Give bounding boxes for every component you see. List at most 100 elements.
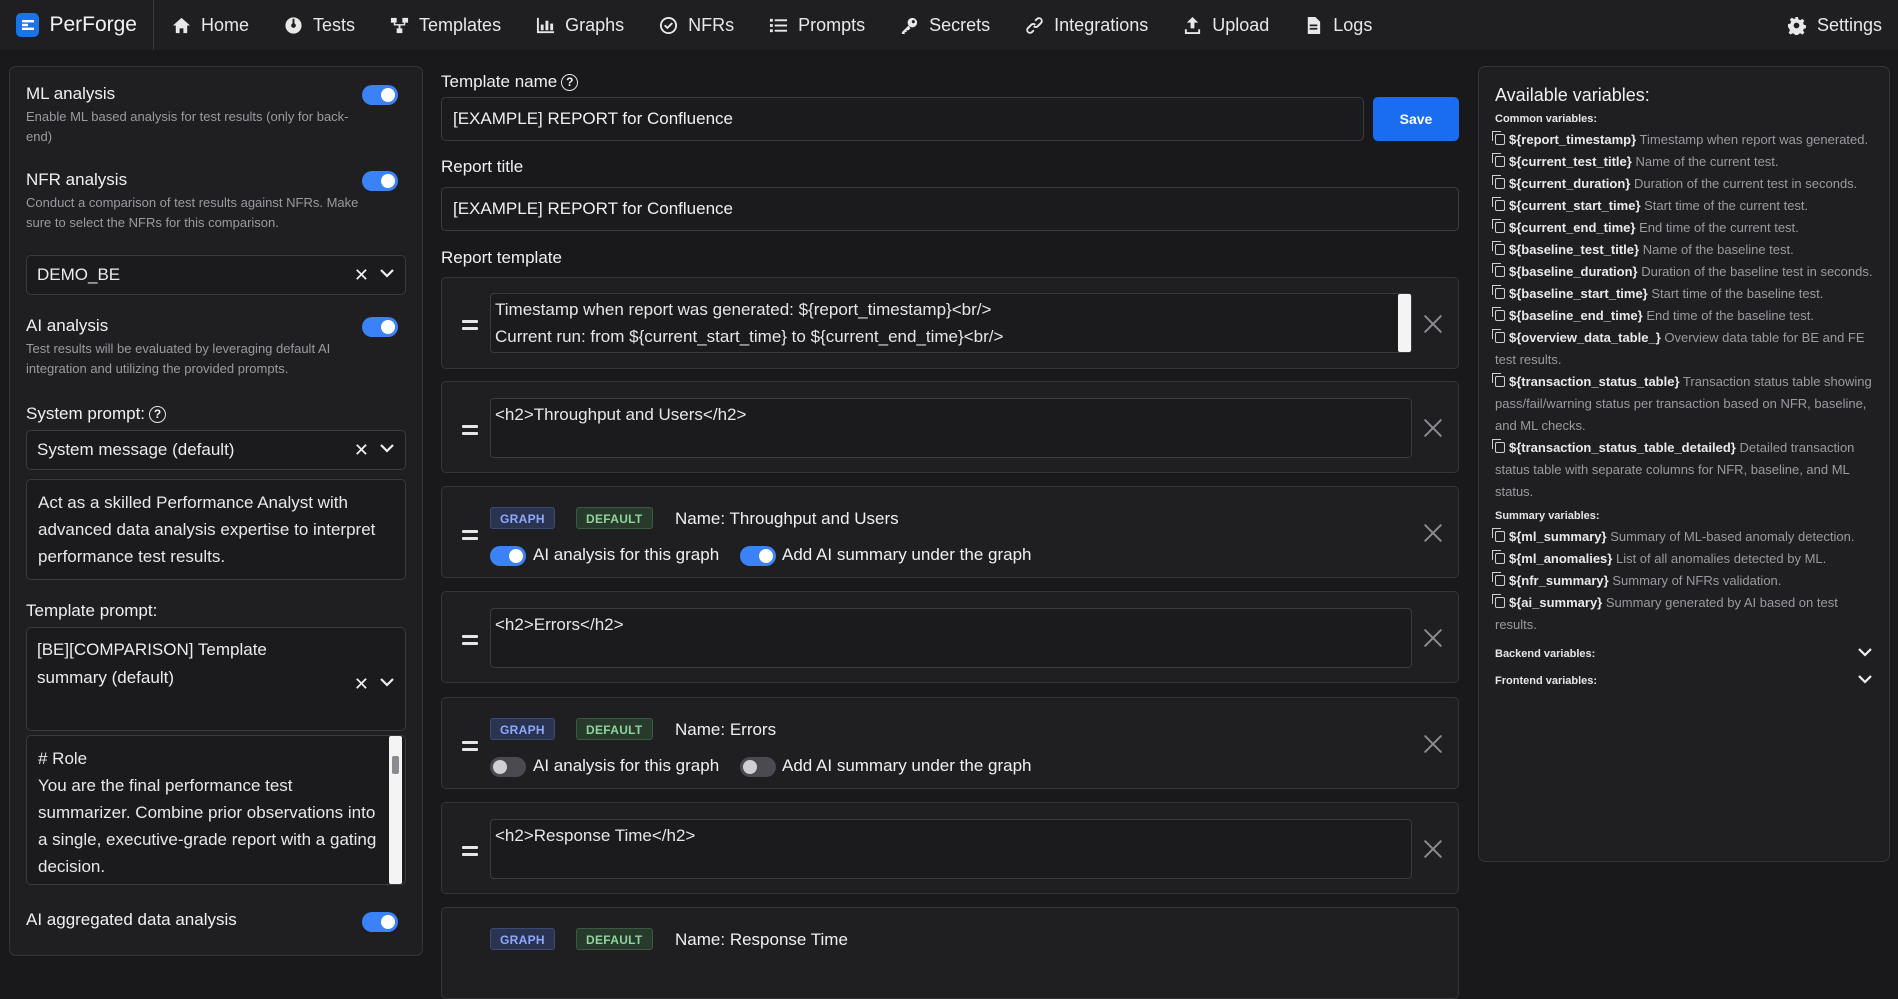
variable-name[interactable]: ${current_start_time} xyxy=(1509,198,1641,213)
copy-icon[interactable] xyxy=(1492,175,1505,189)
graph-ai-summary-toggle[interactable] xyxy=(740,757,776,777)
remove-block-icon[interactable] xyxy=(1422,626,1444,648)
graph-name: Name: Response Time xyxy=(675,930,848,950)
block-html-textarea[interactable]: <h2>Response Time</h2> xyxy=(490,819,1412,879)
variable-name[interactable]: ${current_duration} xyxy=(1509,176,1630,191)
system-prompt-text[interactable]: Act as a skilled Performance Analyst wit… xyxy=(26,479,406,580)
nfr-select[interactable]: DEMO_BE ✕ xyxy=(26,255,406,295)
remove-block-icon[interactable] xyxy=(1422,312,1444,334)
variable-name[interactable]: ${ml_summary} xyxy=(1509,529,1607,544)
nav-graphs[interactable]: Graphs xyxy=(518,0,641,50)
copy-icon[interactable] xyxy=(1492,373,1505,387)
nav-settings[interactable]: Settings xyxy=(1770,0,1898,50)
template-block-graph[interactable]: GRAPH DEFAULT Name: Errors AI analysis f… xyxy=(441,697,1459,789)
nfr-analysis-toggle[interactable] xyxy=(362,171,398,191)
copy-icon[interactable] xyxy=(1492,263,1505,277)
block-html-textarea[interactable]: <h2>Throughput and Users</h2> xyxy=(490,398,1412,458)
template-block-text[interactable]: Timestamp when report was generated: ${r… xyxy=(441,277,1459,369)
variable-name[interactable]: ${ai_summary} xyxy=(1509,595,1602,610)
copy-icon[interactable] xyxy=(1492,550,1505,564)
remove-block-icon[interactable] xyxy=(1422,521,1444,543)
chevron-down-icon[interactable] xyxy=(379,265,395,286)
template-name-label: Template name xyxy=(441,72,558,91)
graph-badge: GRAPH xyxy=(490,507,555,529)
variable-desc: Summary of NFRs validation. xyxy=(1612,573,1782,588)
clear-icon[interactable]: ✕ xyxy=(354,440,369,461)
variable-name[interactable]: ${transaction_status_table_detailed} xyxy=(1509,440,1736,455)
remove-block-icon[interactable] xyxy=(1422,732,1444,754)
variable-name[interactable]: ${baseline_duration} xyxy=(1509,264,1638,279)
help-icon[interactable]: ? xyxy=(149,406,167,424)
system-prompt-select[interactable]: System message (default) ✕ xyxy=(26,430,406,470)
nav-tests[interactable]: Tests xyxy=(266,0,372,50)
backend-variables-toggle[interactable]: Backend variables: xyxy=(1495,640,1873,667)
variable-item: ${baseline_end_time} End time of the bas… xyxy=(1492,305,1873,327)
nav-secrets[interactable]: Secrets xyxy=(882,0,1007,50)
ai-aggregated-toggle[interactable] xyxy=(362,912,398,932)
clear-icon[interactable]: ✕ xyxy=(354,674,369,695)
nav-upload[interactable]: Upload xyxy=(1165,0,1286,50)
help-icon[interactable]: ? xyxy=(561,74,579,92)
ai-analysis-toggle[interactable] xyxy=(362,317,398,337)
remove-block-icon[interactable] xyxy=(1422,416,1444,438)
nav-logs[interactable]: Logs xyxy=(1286,0,1389,50)
copy-icon[interactable] xyxy=(1492,153,1505,167)
nav-prompts[interactable]: Prompts xyxy=(751,0,882,50)
nav-nfrs[interactable]: NFRs xyxy=(641,0,751,50)
frontend-variables-toggle[interactable]: Frontend variables: xyxy=(1495,667,1873,694)
copy-icon[interactable] xyxy=(1492,439,1505,453)
scrollbar-thumb[interactable] xyxy=(392,756,399,774)
template-block-text[interactable]: <h2>Errors</h2> xyxy=(441,591,1459,683)
variable-item: ${baseline_duration} Duration of the bas… xyxy=(1492,261,1873,283)
save-button[interactable]: Save xyxy=(1373,97,1459,141)
template-prompt-select[interactable]: [BE][COMPARISON] Template summary (defau… xyxy=(26,627,406,731)
template-block-text[interactable]: <h2>Throughput and Users</h2> xyxy=(441,381,1459,473)
clear-icon[interactable]: ✕ xyxy=(354,265,369,286)
brand[interactable]: PerForge xyxy=(0,0,154,50)
variable-name[interactable]: ${baseline_end_time} xyxy=(1509,308,1643,323)
copy-icon[interactable] xyxy=(1492,285,1505,299)
block-html-textarea[interactable]: Timestamp when report was generated: ${r… xyxy=(490,293,1412,353)
copy-icon[interactable] xyxy=(1492,219,1505,233)
copy-icon[interactable] xyxy=(1492,528,1505,542)
template-name-input[interactable]: [EXAMPLE] REPORT for Confluence xyxy=(441,97,1364,141)
chevron-down-icon[interactable] xyxy=(379,674,395,695)
variable-name[interactable]: ${current_end_time} xyxy=(1509,220,1635,235)
variable-name[interactable]: ${report_timestamp} xyxy=(1509,132,1636,147)
variable-name[interactable]: ${overview_data_table_} xyxy=(1509,330,1661,345)
graph-ai-analysis-toggle[interactable] xyxy=(490,757,526,777)
nav-templates[interactable]: Templates xyxy=(372,0,518,50)
variable-name[interactable]: ${nfr_summary} xyxy=(1509,573,1609,588)
graph-ai-summary-toggle[interactable] xyxy=(740,546,776,566)
copy-icon[interactable] xyxy=(1492,197,1505,211)
template-block-text[interactable]: <h2>Response Time</h2> xyxy=(441,802,1459,894)
copy-icon[interactable] xyxy=(1492,572,1505,586)
remove-block-icon[interactable] xyxy=(1422,837,1444,859)
nav-tests-label: Tests xyxy=(313,14,356,35)
template-prompt-scrollbar[interactable] xyxy=(389,736,402,884)
copy-icon[interactable] xyxy=(1492,329,1505,343)
nav-integrations[interactable]: Integrations xyxy=(1007,0,1165,50)
nav-home[interactable]: Home xyxy=(154,0,266,50)
copy-icon[interactable] xyxy=(1492,241,1505,255)
perforge-logo-icon xyxy=(16,13,40,37)
template-prompt-text[interactable]: # Role You are the final performance tes… xyxy=(26,735,406,885)
variable-item: ${current_start_time} Start time of the … xyxy=(1492,195,1873,217)
variable-name[interactable]: ${ml_anomalies} xyxy=(1509,551,1612,566)
variable-name[interactable]: ${transaction_status_table} xyxy=(1509,374,1680,389)
chevron-down-icon[interactable] xyxy=(379,440,395,461)
block-scrollbar[interactable] xyxy=(1398,294,1411,352)
template-block-graph[interactable]: GRAPH DEFAULT Name: Throughput and Users… xyxy=(441,486,1459,578)
variable-name[interactable]: ${baseline_test_title} xyxy=(1509,242,1639,257)
ml-analysis-toggle[interactable] xyxy=(362,85,398,105)
variable-name[interactable]: ${current_test_title} xyxy=(1509,154,1632,169)
template-block-graph[interactable]: GRAPH DEFAULT Name: Response Time xyxy=(441,907,1459,999)
graph-ai-analysis-toggle[interactable] xyxy=(490,546,526,566)
copy-icon[interactable] xyxy=(1492,131,1505,145)
block-html-textarea[interactable]: <h2>Errors</h2> xyxy=(490,608,1412,668)
copy-icon[interactable] xyxy=(1492,594,1505,608)
variable-item: ${overview_data_table_} Overview data ta… xyxy=(1492,327,1873,371)
copy-icon[interactable] xyxy=(1492,307,1505,321)
variable-name[interactable]: ${baseline_start_time} xyxy=(1509,286,1648,301)
report-title-input[interactable]: [EXAMPLE] REPORT for Confluence xyxy=(441,187,1459,231)
